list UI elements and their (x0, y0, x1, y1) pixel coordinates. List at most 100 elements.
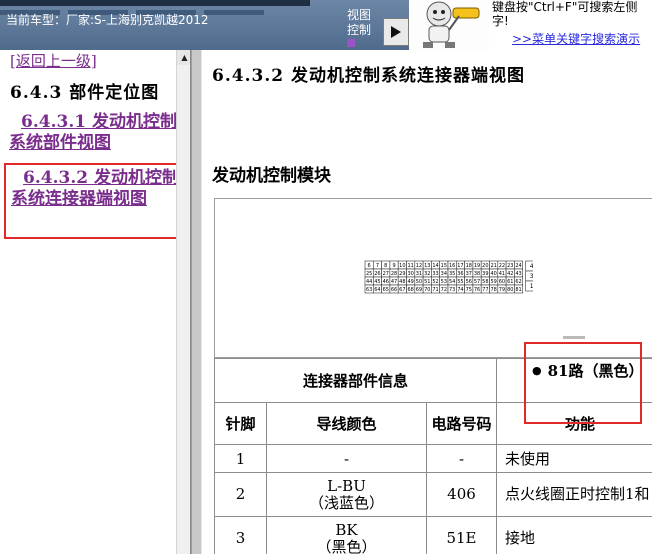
search-hint: 键盘按"Ctrl+F"可搜索左侧字! >>菜单关键字搜索演示 (489, 0, 652, 50)
connector-pin-label: 50 (416, 279, 422, 285)
connector-pin-label: 27 (383, 271, 389, 277)
connector-pin-label: 14 (432, 263, 438, 269)
connector-pin-label: 45 (374, 279, 380, 285)
tab-strip (0, 0, 310, 15)
hint-text: 键盘按"Ctrl+F"可搜索左侧字! (492, 0, 638, 28)
connector-pin-label: 71 (432, 287, 438, 293)
connector-pin-label: 55 (457, 279, 463, 285)
view-control-line1: 视图 (347, 8, 372, 22)
connector-pin-label: 57 (474, 279, 480, 285)
connector-pin-label: 30 (407, 271, 413, 277)
connector-pin-label: 78 (490, 287, 496, 293)
connector-side-pin-label: 1 (530, 283, 533, 290)
wire-color-name: （浅蓝色） (308, 493, 384, 512)
connector-pin-label: 40 (490, 271, 496, 277)
circuit-cell: 51E (426, 516, 497, 554)
connector-pin-label: 10 (399, 263, 405, 269)
wire-code: L-BU (327, 476, 366, 495)
play-icon (391, 26, 401, 38)
connector-pin-label: 49 (407, 279, 413, 285)
nav-item-component-view[interactable]: 6.4.3.1 发动机控制系统部件视图 (9, 112, 177, 154)
connector-pin-label: 32 (424, 271, 430, 277)
wire-cell: BK （黑色） (266, 516, 427, 554)
connector-diagram: 6 7 8 9 10 11 12 13 14 15 16 17 18 19 20 21 22 23 24 25 26 27… (214, 198, 652, 358)
keyword-search-demo-link[interactable]: >>菜单关键字搜索演示 (492, 32, 652, 46)
col-circuit: 电路号码 (426, 402, 497, 445)
panel-splitter[interactable] (191, 50, 202, 554)
connector-pin-label: 9 (392, 263, 395, 269)
view-control-marker (347, 39, 355, 47)
pin-cell: 2 (214, 472, 267, 517)
connector-pin-label: 28 (391, 271, 397, 277)
connector-pin-label: 13 (424, 263, 430, 269)
connector-pin-label: 56 (466, 279, 472, 285)
connector-pin-label: 69 (416, 287, 422, 293)
connector-pin-label: 70 (424, 287, 430, 293)
connector-pin-label: 8 (384, 263, 387, 269)
nav-item-connector-end-view[interactable]: 6.4.3.2 发动机控制系统连接器端视图 (4, 163, 190, 239)
connector-pin-label: 16 (449, 263, 455, 269)
connector-pin-label: 15 (441, 263, 447, 269)
connector-pin-label: 67 (399, 287, 405, 293)
wire-cell: - (266, 444, 427, 473)
connector-pin-label: 38 (474, 271, 480, 277)
connector-pin-label: 48 (399, 279, 405, 285)
connector-pin-label: 76 (474, 287, 480, 293)
connector-pin-label: 23 (507, 263, 513, 269)
view-control-line2: 控制 (347, 23, 372, 37)
circuit-cell: - (426, 444, 497, 473)
connector-pin-label: 79 (499, 287, 505, 293)
connector-pin-label: 77 (482, 287, 488, 293)
connector-pin-label: 7 (376, 263, 379, 269)
top-toolbar: 当前车型：厂家:S-上海别克凯越2012 视图 控制 键盘按"Ctrl+F"可搜… (0, 0, 652, 50)
connector-pin-label: 64 (374, 287, 380, 293)
connector-pin-label: 74 (457, 287, 463, 293)
table-row: 3 BK （黑色） 51E 接地 (214, 516, 652, 554)
connector-pin-label: 58 (482, 279, 488, 285)
table-row: 1 - - 未使用 (214, 444, 652, 473)
connector-pin-label: 62 (515, 279, 521, 285)
connector-pin-label: 47 (391, 279, 397, 285)
connector-pin-label: 29 (399, 271, 405, 277)
connector-pin-label: 42 (507, 271, 513, 277)
connector-pin-label: 17 (457, 263, 463, 269)
function-cell: 点火线圈正时控制1和 (496, 472, 652, 517)
connector-pin-label: 26 (374, 271, 380, 277)
connector-pin-label: 53 (441, 279, 447, 285)
connector-pin-label: 46 (383, 279, 389, 285)
tab-4[interactable] (204, 10, 264, 15)
page-title: 6.4.3.2 发动机控制系统连接器端视图 (212, 66, 525, 86)
connector-pin-label: 18 (466, 263, 472, 269)
connector-pin-label: 52 (432, 279, 438, 285)
connector-pin-label: 24 (515, 263, 521, 269)
connector-pin-label: 33 (432, 271, 438, 277)
connector-pin-label: 51 (424, 279, 430, 285)
function-cell: 未使用 (496, 444, 652, 473)
connector-pin-label: 37 (466, 271, 472, 277)
left-scrollbar[interactable]: ▲ (176, 50, 190, 554)
connector-pin-label: 12 (416, 263, 422, 269)
module-title: 发动机控制模块 (212, 166, 331, 186)
content-panel: 6.4.3.2 发动机控制系统连接器端视图 发动机控制模块 6 7 8 9 10 11 12… (202, 50, 652, 554)
pin-cell: 3 (214, 516, 267, 554)
connector-pin-label: 43 (515, 271, 521, 277)
connector-pin-label: 39 (482, 271, 488, 277)
pin-cell: 1 (214, 444, 267, 473)
col-pin: 针脚 (214, 402, 267, 445)
connector-pin-label: 66 (391, 287, 397, 293)
play-button[interactable] (383, 18, 409, 46)
left-nav-panel: [返回上一级] 6.4.3 部件定位图 6.4.3.1 发动机控制系统部件视图 … (0, 50, 191, 554)
connector-pin-label: 19 (474, 263, 480, 269)
connector-pin-label: 11 (407, 263, 413, 269)
connector-pin-label: 63 (366, 287, 372, 293)
connector-pin-label: 44 (366, 279, 372, 285)
connector-pin-label: 59 (490, 279, 496, 285)
connector-pin-label: 35 (449, 271, 455, 277)
connector-pin-label: 81 (515, 287, 521, 293)
back-link[interactable]: [返回上一级] (10, 50, 97, 71)
wire-code: BK (335, 520, 358, 539)
connector-pinout: 6 7 8 9 10 11 12 13 14 15 16 17 18 19 20 21 22 23 2425 26 27… (364, 260, 533, 294)
circuit-cell: 406 (426, 472, 497, 517)
scroll-up-icon[interactable]: ▲ (177, 50, 190, 65)
view-control-label: 视图 控制 (347, 8, 377, 47)
